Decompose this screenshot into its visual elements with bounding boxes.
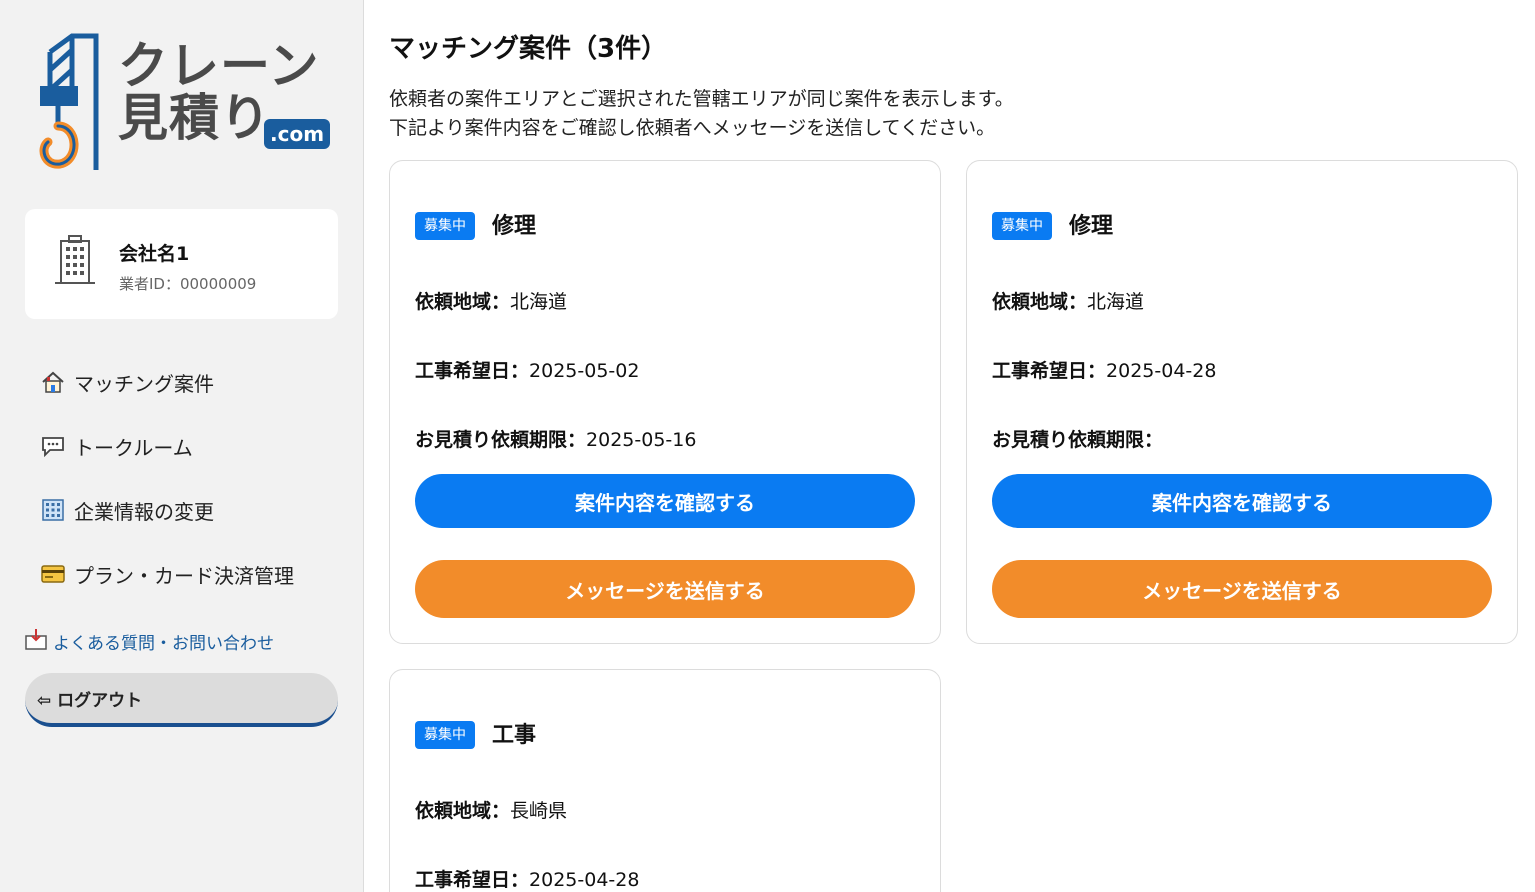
region-value: 長崎県 [510,800,568,822]
sidebar: クレーン 見積り .com 会社名1 業者ID：00000009 マッチング案件… [0,0,364,892]
main-content: マッチング案件（3件） 依頼者の案件エリアとご選択された管轄エリアが同じ案件を表… [364,0,1535,892]
status-badge: 募集中 [415,212,475,240]
crane-hook-icon [39,33,99,170]
credit-card-icon [40,562,66,586]
deadline-field: お見積り依頼期限：2025-05-16 [415,427,696,453]
inbox-tray-icon [25,628,47,655]
office-building-icon [40,498,66,522]
house-icon [40,370,66,394]
card-title: 工事 [492,723,537,748]
work-date-field: 工事希望日：2025-05-02 [415,358,639,384]
logo-line-1: クレーン [118,37,320,95]
confirm-case-button[interactable]: 案件内容を確認する [415,474,915,528]
company-id: 業者ID：00000009 [119,275,257,293]
description-line-2: 下記より案件内容をご確認し依頼者へメッセージを送信してください。 [389,117,996,139]
region-label: 依頼地域： [415,800,511,822]
sidebar-item-plan-card[interactable]: プラン・カード決済管理 [40,542,294,606]
work-date-field: 工事希望日：2025-04-28 [992,358,1216,384]
work-date-label: 工事希望日： [415,869,530,891]
description-line-1: 依頼者の案件エリアとご選択された管轄エリアが同じ案件を表示します。 [389,88,1014,110]
work-date-value: 2025-04-28 [1106,360,1217,382]
sidebar-item-company-info[interactable]: 企業情報の変更 [40,478,294,542]
work-date-field: 工事希望日：2025-04-28 [415,867,639,892]
send-message-button[interactable]: メッセージを送信する [415,560,915,618]
status-badge: 募集中 [415,721,475,749]
send-message-button[interactable]: メッセージを送信する [992,560,1492,618]
office-building-icon [55,235,95,284]
speech-bubble-icon [40,434,66,458]
matching-card: 募集中 工事 依頼地域：長崎県 工事希望日：2025-04-28 [389,669,941,892]
company-card: 会社名1 業者ID：00000009 [25,209,338,319]
region-field: 依頼地域：北海道 [992,289,1144,315]
sidebar-item-talkroom[interactable]: トークルーム [40,414,294,478]
work-date-label: 工事希望日： [992,360,1107,382]
deadline-field: お見積り依頼期限： [992,427,1163,453]
sidebar-item-label: トークルーム [74,435,193,460]
matching-card: 募集中 修理 依頼地域：北海道 工事希望日：2025-04-28 お見積り依頼期… [966,160,1518,644]
sidebar-item-label: 企業情報の変更 [74,499,214,524]
page-description: 依頼者の案件エリアとご選択された管轄エリアが同じ案件を表示します。 下記より案件… [389,85,1014,143]
logo-domain: .com [264,119,331,149]
deadline-label: お見積り依頼期限： [415,429,587,451]
page-title: マッチング案件（3件） [389,34,668,64]
region-label: 依頼地域： [415,291,511,313]
logout-button[interactable]: ⇦ ログアウト [25,673,338,727]
region-label: 依頼地域： [992,291,1088,313]
region-field: 依頼地域：長崎県 [415,798,567,824]
work-date-value: 2025-05-02 [529,360,640,382]
deadline-value: 2025-05-16 [586,429,697,451]
region-value: 北海道 [510,291,568,313]
deadline-label: お見積り依頼期限： [992,429,1164,451]
faq-contact-label: よくある質問・お問い合わせ [53,634,274,654]
faq-contact-link[interactable]: よくある質問・お問い合わせ [25,628,274,655]
sidebar-nav: マッチング案件 トークルーム 企業情報の変更 プラン・カード決済管理 [40,350,294,606]
sidebar-item-label: マッチング案件 [74,371,214,396]
region-value: 北海道 [1087,291,1145,313]
card-title: 修理 [492,214,537,239]
sidebar-item-label: プラン・カード決済管理 [74,563,294,588]
card-title: 修理 [1069,214,1114,239]
work-date-value: 2025-04-28 [529,869,640,891]
region-field: 依頼地域：北海道 [415,289,567,315]
company-name: 会社名1 [119,243,190,265]
sidebar-item-matching[interactable]: マッチング案件 [40,350,294,414]
work-date-label: 工事希望日： [415,360,530,382]
status-badge: 募集中 [992,212,1052,240]
site-logo[interactable]: クレーン 見積り .com [38,30,331,175]
confirm-case-button[interactable]: 案件内容を確認する [992,474,1492,528]
matching-card: 募集中 修理 依頼地域：北海道 工事希望日：2025-05-02 お見積り依頼期… [389,160,941,644]
